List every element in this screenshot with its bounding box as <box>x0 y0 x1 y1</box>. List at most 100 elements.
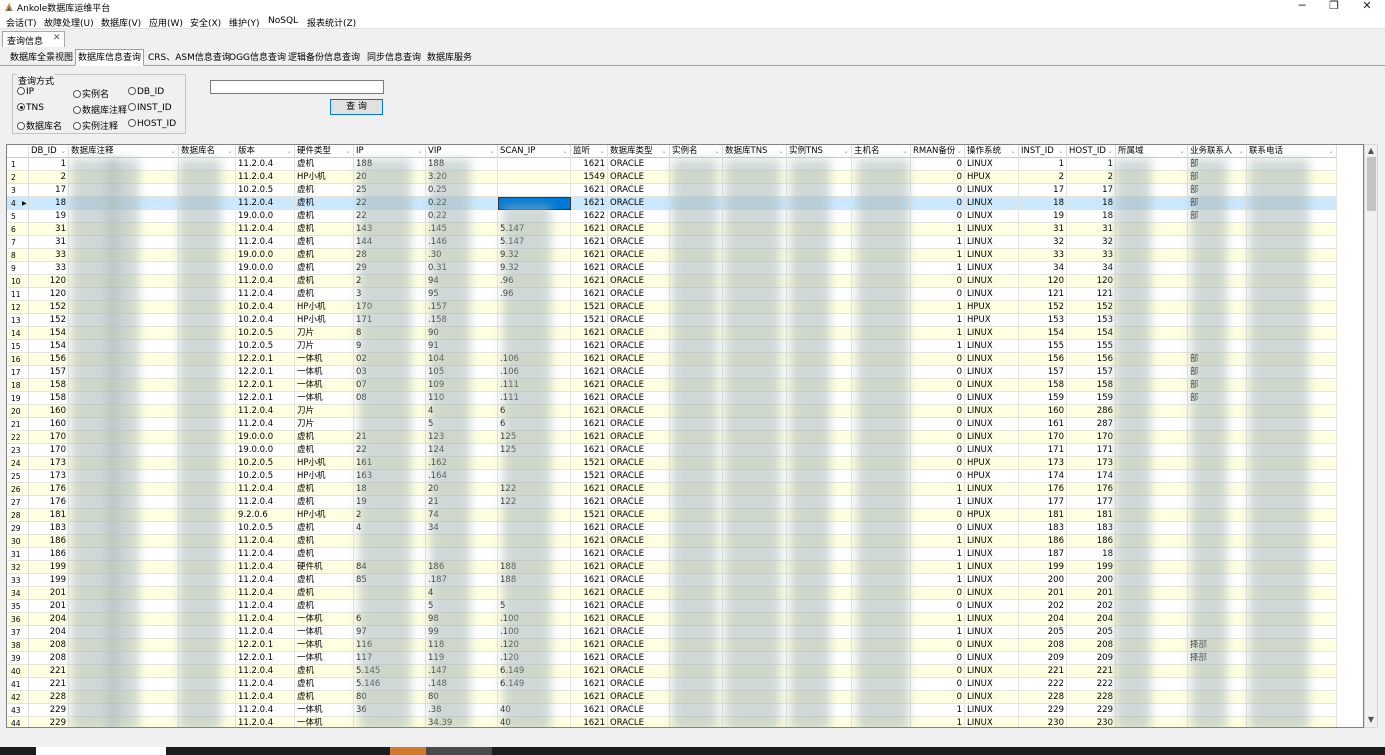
table-cell[interactable]: HP小机 <box>295 171 354 184</box>
table-cell[interactable]: HP小机 <box>295 301 354 314</box>
table-cell[interactable]: 153 <box>1067 314 1116 327</box>
table-cell[interactable] <box>498 158 571 171</box>
menu-security[interactable]: 安全(X) <box>190 16 221 29</box>
table-cell[interactable] <box>787 509 852 522</box>
table-cell[interactable] <box>1116 288 1188 301</box>
table-row[interactable]: 33 199 11.2.0.4 虚机 85.187 188 1621 ORACLE 1 LINUX… <box>7 574 1337 587</box>
table-cell[interactable] <box>787 275 852 288</box>
table-row[interactable]: 1 1 11.2.0.4 虚机 188 188 1621 ORACLE 0 LINUX 1 1 部 <box>7 158 1337 171</box>
table-cell[interactable]: 部 <box>1188 353 1247 366</box>
table-cell[interactable]: 8 <box>354 327 426 340</box>
table-cell[interactable]: 部 <box>1188 171 1247 184</box>
table-cell[interactable]: 22 <box>354 444 426 457</box>
table-cell[interactable] <box>787 600 852 613</box>
table-cell[interactable]: 208 <box>1019 639 1067 652</box>
table-cell[interactable]: 116 <box>354 639 426 652</box>
table-cell[interactable]: 123 <box>426 431 498 444</box>
table-cell[interactable] <box>787 249 852 262</box>
table-cell[interactable]: ORACLE <box>608 509 670 522</box>
table-cell[interactable]: 9.32 <box>498 262 571 275</box>
table-cell[interactable]: 一体机 <box>295 379 354 392</box>
column-header[interactable]: INST_ID ⌄ <box>1019 145 1067 158</box>
table-cell[interactable] <box>69 587 179 600</box>
table-row[interactable]: 37 204 11.2.0.4 一体机 97 99.100 1621 ORACLE 1 LINUX… <box>7 626 1337 639</box>
table-cell[interactable]: 153 <box>1019 314 1067 327</box>
table-cell[interactable] <box>1116 171 1188 184</box>
table-cell[interactable] <box>1247 392 1337 405</box>
table-cell[interactable]: 部 <box>1188 210 1247 223</box>
table-cell[interactable]: ORACLE <box>608 314 670 327</box>
table-cell[interactable]: 161 <box>354 457 426 470</box>
table-cell[interactable] <box>1188 301 1247 314</box>
table-cell[interactable]: 0 <box>911 405 965 418</box>
table-cell[interactable]: .30 <box>426 249 498 262</box>
table-cell[interactable] <box>723 691 787 704</box>
table-cell[interactable]: LINUX <box>965 327 1019 340</box>
table-cell[interactable]: 0 <box>911 652 965 665</box>
table-cell[interactable]: 201 <box>29 587 69 600</box>
table-cell[interactable]: ORACLE <box>608 457 670 470</box>
table-cell[interactable]: 177 <box>1067 496 1116 509</box>
table-cell[interactable]: 1 <box>911 704 965 717</box>
table-cell[interactable] <box>498 535 571 548</box>
table-cell[interactable]: LINUX <box>965 665 1019 678</box>
table-cell[interactable] <box>723 600 787 613</box>
filter-arrow-icon[interactable]: ⌄ <box>1328 145 1334 158</box>
table-cell[interactable] <box>1188 561 1247 574</box>
table-cell[interactable]: 186 <box>1067 535 1116 548</box>
table-cell[interactable] <box>69 496 179 509</box>
table-cell[interactable]: 229 <box>29 717 69 727</box>
table-cell[interactable]: 0 <box>911 171 965 184</box>
column-header[interactable]: 硬件类型 ⌄ <box>295 145 354 158</box>
table-cell[interactable]: 29 <box>354 262 426 275</box>
table-cell[interactable]: ORACLE <box>608 340 670 353</box>
table-cell[interactable] <box>670 366 723 379</box>
table-cell[interactable] <box>1188 600 1247 613</box>
table-cell[interactable] <box>1247 379 1337 392</box>
table-cell[interactable] <box>670 353 723 366</box>
table-cell[interactable] <box>852 249 911 262</box>
table-cell[interactable]: 1621 <box>571 561 608 574</box>
table-cell[interactable]: 11.2.0.4 <box>236 665 295 678</box>
table-cell[interactable] <box>723 171 787 184</box>
table-cell[interactable] <box>1188 496 1247 509</box>
table-cell[interactable]: 0 <box>911 691 965 704</box>
taskbar-app[interactable] <box>390 747 426 755</box>
filter-arrow-icon[interactable]: ⌄ <box>778 145 784 158</box>
table-row[interactable]: 42 228 11.2.0.4 虚机 80 80 1621 ORACLE 0 LINUX 228 22… <box>7 691 1337 704</box>
table-cell[interactable]: 0 <box>911 418 965 431</box>
table-cell[interactable]: 0 <box>911 184 965 197</box>
table-cell[interactable]: 1621 <box>571 366 608 379</box>
table-cell[interactable]: 170 <box>354 301 426 314</box>
table-cell[interactable] <box>787 561 852 574</box>
table-cell[interactable] <box>670 717 723 727</box>
table-cell[interactable] <box>723 275 787 288</box>
table-cell[interactable] <box>787 535 852 548</box>
table-row[interactable]: 3 17 10.2.0.5 虚机 25 0.25 1621 ORACLE 0 LINUX 17 17 部 <box>7 184 1337 197</box>
table-cell[interactable]: 158 <box>29 379 69 392</box>
table-cell[interactable]: 221 <box>29 678 69 691</box>
table-cell[interactable]: 11.2.0.4 <box>236 275 295 288</box>
table-cell[interactable] <box>1116 418 1188 431</box>
table-cell[interactable]: .106 <box>498 353 571 366</box>
table-cell[interactable] <box>1116 158 1188 171</box>
table-cell[interactable]: 1621 <box>571 392 608 405</box>
table-cell[interactable]: LINUX <box>965 678 1019 691</box>
table-cell[interactable] <box>1247 535 1337 548</box>
table-cell[interactable] <box>69 652 179 665</box>
table-cell[interactable]: .106 <box>498 366 571 379</box>
table-cell[interactable] <box>670 639 723 652</box>
table-cell[interactable] <box>670 457 723 470</box>
table-cell[interactable]: 5.146 <box>354 678 426 691</box>
table-cell[interactable]: 159 <box>1019 392 1067 405</box>
table-cell[interactable] <box>670 314 723 327</box>
table-cell[interactable] <box>1116 561 1188 574</box>
table-cell[interactable]: 11.2.0.4 <box>236 626 295 639</box>
filter-arrow-icon[interactable]: ⌄ <box>417 145 423 158</box>
table-cell[interactable] <box>852 158 911 171</box>
table-cell[interactable]: 1 <box>1019 158 1067 171</box>
column-header[interactable]: 主机名 ⌄ <box>852 145 911 158</box>
table-cell[interactable]: 286 <box>1067 405 1116 418</box>
table-row[interactable]: 6 31 11.2.0.4 虚机 143.145 5.147 1621 ORACLE 1 LINU… <box>7 223 1337 236</box>
table-cell[interactable] <box>1116 600 1188 613</box>
